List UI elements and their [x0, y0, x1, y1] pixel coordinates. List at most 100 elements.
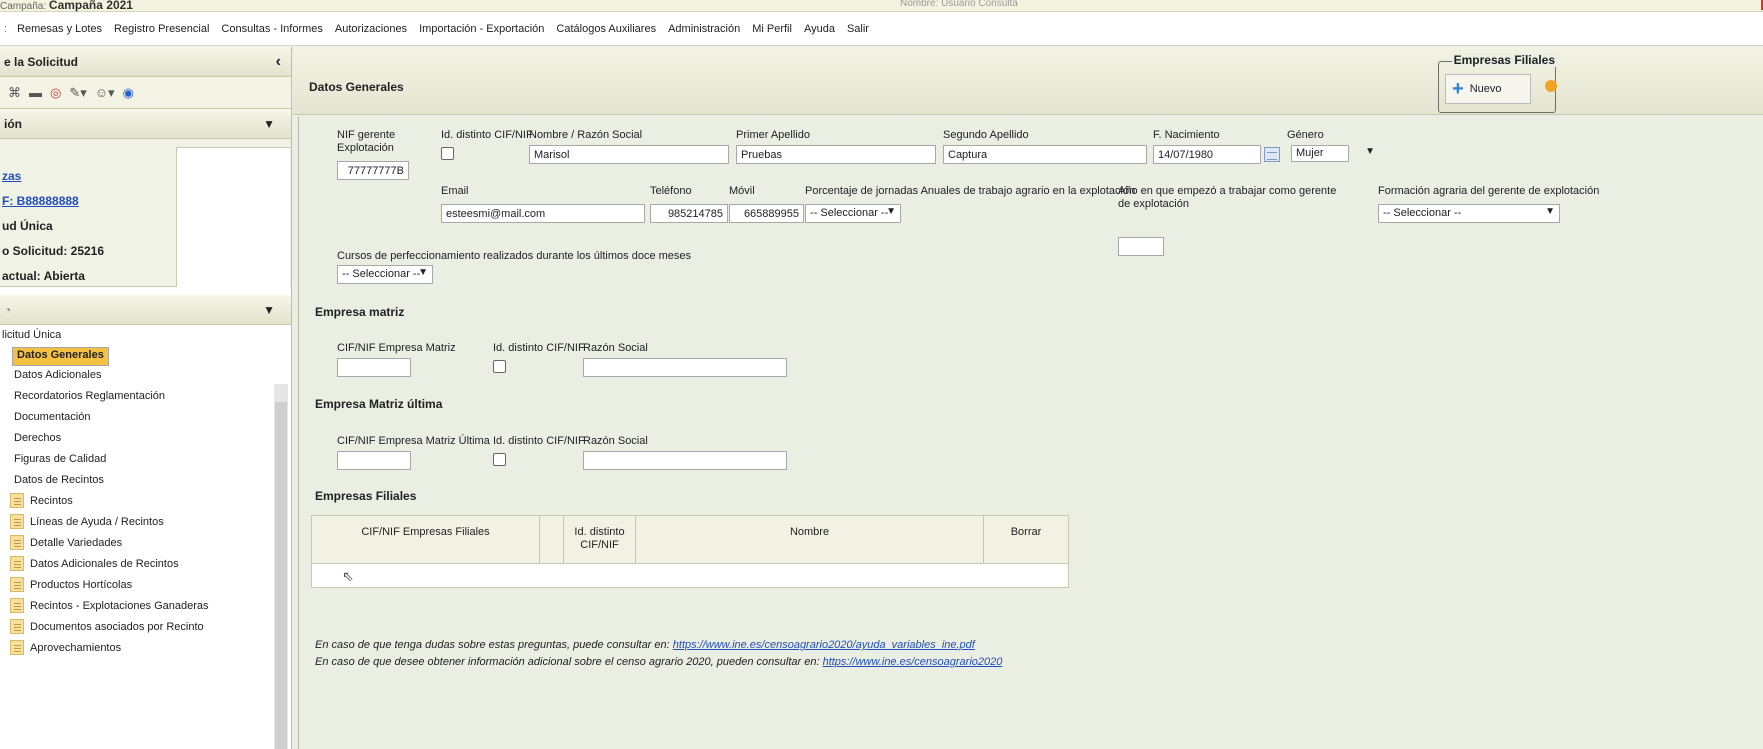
solicitud-info: zas F: B88888888 ud Única o Solicitud: 2…	[0, 139, 291, 287]
matriz-id-checkbox[interactable]	[493, 360, 506, 373]
menu-catalogos[interactable]: Catálogos Auxiliares	[556, 23, 656, 35]
user-info: Nombre: Usuario Consulta	[900, 0, 1018, 9]
cursos-label: Cursos de perfeccionamiento realizados d…	[337, 250, 692, 262]
tree-recintos-ganaderas[interactable]: Recintos - Explotaciones Ganaderas	[30, 600, 209, 612]
tree-detalle-variedades[interactable]: Detalle Variedades	[30, 537, 122, 549]
corner-marker	[1757, 0, 1763, 10]
binoculars-icon[interactable]: ⌘	[8, 85, 21, 101]
porcentaje-select[interactable]: -- Seleccionar -- ▼	[805, 204, 901, 223]
document-icon	[10, 514, 24, 529]
telefono-label: Teléfono	[650, 185, 692, 197]
tree-scrollbar-thumb[interactable]	[275, 402, 287, 749]
anio-label: Año en que empezó a trabajar como gerent…	[1118, 185, 1337, 210]
tree-recintos[interactable]: Recintos	[30, 495, 73, 507]
chevron-down-icon[interactable]: ▼	[263, 303, 275, 317]
matriz-ultima-cif-input[interactable]	[337, 451, 411, 470]
formacion-value: -- Seleccionar --	[1383, 207, 1462, 219]
cancel-icon[interactable]: ◎	[50, 85, 61, 101]
col-cif: CIF/NIF Empresas Filiales	[312, 516, 540, 564]
info-titular[interactable]: zas	[2, 169, 21, 183]
tree-datos-adicionales-recintos[interactable]: Datos Adicionales de Recintos	[30, 558, 179, 570]
save-icon[interactable]: ▬	[29, 85, 42, 100]
tree-scrollbar[interactable]	[274, 384, 288, 749]
page-title: Datos Generales	[309, 80, 404, 94]
nuevo-filial-button[interactable]: + Nuevo	[1445, 74, 1531, 104]
tree-aprovechamientos[interactable]: Aprovechamientos	[30, 642, 121, 654]
menu-salir[interactable]: Salir	[847, 23, 869, 35]
tree-figuras-calidad[interactable]: Figuras de Calidad	[14, 453, 106, 465]
menu-mi-perfil[interactable]: Mi Perfil	[752, 23, 792, 35]
movil-label: Móvil	[729, 185, 755, 197]
formacion-select[interactable]: -- Seleccionar -- ▼	[1378, 204, 1560, 223]
cursos-value: -- Seleccionar --	[342, 268, 421, 280]
menu-consultas[interactable]: Consultas - Informes	[221, 23, 322, 35]
calendar-icon[interactable]	[1264, 147, 1280, 162]
menu-ayuda[interactable]: Ayuda	[804, 23, 835, 35]
info-side-box	[176, 147, 290, 287]
id-distinto-checkbox[interactable]	[441, 147, 454, 160]
nombre-input[interactable]	[529, 145, 729, 164]
document-icon	[10, 640, 24, 655]
tree-datos-generales[interactable]: Datos Generales	[12, 347, 109, 366]
tree-documentos-recinto[interactable]: Documentos asociados por Recinto	[30, 621, 204, 633]
tree-icon: ◔	[4, 302, 12, 317]
menu-administracion[interactable]: Administración	[668, 23, 740, 35]
info-section-title: ión	[4, 116, 22, 131]
menu-registro[interactable]: Registro Presencial	[114, 23, 209, 35]
nif-input[interactable]	[337, 161, 409, 180]
info-nif[interactable]: F: B88888888	[2, 194, 79, 208]
info-section-header[interactable]: ión ▼	[0, 109, 291, 139]
help-note-1: En caso de que tenga dudas sobre estas p…	[315, 639, 975, 651]
matriz-ultima-id-checkbox[interactable]	[493, 453, 506, 466]
col-id-distinto: Id. distinto CIF/NIF	[564, 516, 636, 564]
menu-autorizaciones[interactable]: Autorizaciones	[335, 23, 407, 35]
tree-lineas-ayuda[interactable]: Líneas de Ayuda / Recintos	[30, 516, 164, 528]
email-label: Email	[441, 185, 469, 197]
anio-input[interactable]	[1118, 237, 1164, 256]
menu-remesas[interactable]: Remesas y Lotes	[17, 23, 102, 35]
tree-section-header[interactable]: ◔ ▼	[0, 295, 291, 325]
menu-importacion[interactable]: Importación - Exportación	[419, 23, 544, 35]
primer-apellido-input[interactable]	[736, 145, 936, 164]
matriz-cif-input[interactable]	[337, 358, 411, 377]
tree-productos-horticolas[interactable]: Productos Hortícolas	[30, 579, 132, 591]
document-icon	[10, 535, 24, 550]
main-menu: : Remesas y Lotes Registro Presencial Co…	[0, 12, 1763, 46]
matriz-razon-input[interactable]	[583, 358, 787, 377]
tree-root[interactable]: licitud Única	[2, 329, 61, 341]
tree-datos-recintos[interactable]: Datos de Recintos	[14, 474, 104, 486]
fecha-nacimiento-input[interactable]	[1153, 145, 1261, 164]
email-input[interactable]	[441, 204, 645, 223]
empresas-filiales-title: Empresas Filiales	[315, 489, 417, 503]
solicitud-toolbar: ⌘ ▬ ◎ ✎▾ ☺▾ ◉	[0, 77, 291, 109]
matriz-ultima-razon-input[interactable]	[583, 451, 787, 470]
edit-icon[interactable]: ✎▾	[69, 85, 86, 101]
cursos-select[interactable]: -- Seleccionar -- ▼	[337, 265, 433, 284]
nuevo-label: Nuevo	[1469, 83, 1502, 95]
content-divider	[298, 117, 299, 749]
matriz-ultima-id-label: Id. distinto CIF/NIF	[493, 435, 585, 447]
help-note-1-link[interactable]: https://www.ine.es/censoagrario2020/ayud…	[673, 639, 975, 651]
document-icon	[10, 598, 24, 613]
genero-select[interactable]: Mujer ▼	[1287, 145, 1379, 164]
movil-input[interactable]	[729, 204, 804, 223]
user-icon[interactable]: ☺▾	[95, 85, 115, 101]
genero-value: Mujer	[1291, 145, 1349, 162]
settings-icon[interactable]	[1545, 80, 1557, 92]
telefono-input[interactable]	[650, 204, 728, 223]
collapse-left-icon[interactable]: ‹	[276, 53, 281, 71]
tree-recordatorios[interactable]: Recordatorios Reglamentación	[14, 390, 165, 402]
tree-documentacion[interactable]: Documentación	[14, 411, 90, 423]
solicitud-tree: licitud Única Datos Generales Datos Adic…	[0, 325, 291, 655]
matriz-razon-label: Razón Social	[583, 342, 648, 354]
info-icon[interactable]: ◉	[123, 85, 134, 101]
tree-datos-adicionales[interactable]: Datos Adicionales	[14, 369, 101, 381]
col-blank	[540, 516, 564, 564]
chevron-down-icon: ▼	[886, 206, 896, 217]
tree-derechos[interactable]: Derechos	[14, 432, 61, 444]
nombre-label: Nombre / Razón Social	[529, 129, 643, 141]
chevron-down-icon[interactable]: ▼	[263, 117, 275, 131]
segundo-apellido-input[interactable]	[943, 145, 1147, 164]
matriz-ultima-razon-label: Razón Social	[583, 435, 648, 447]
help-note-2-link[interactable]: https://www.ine.es/censoagrario2020	[823, 656, 1003, 668]
